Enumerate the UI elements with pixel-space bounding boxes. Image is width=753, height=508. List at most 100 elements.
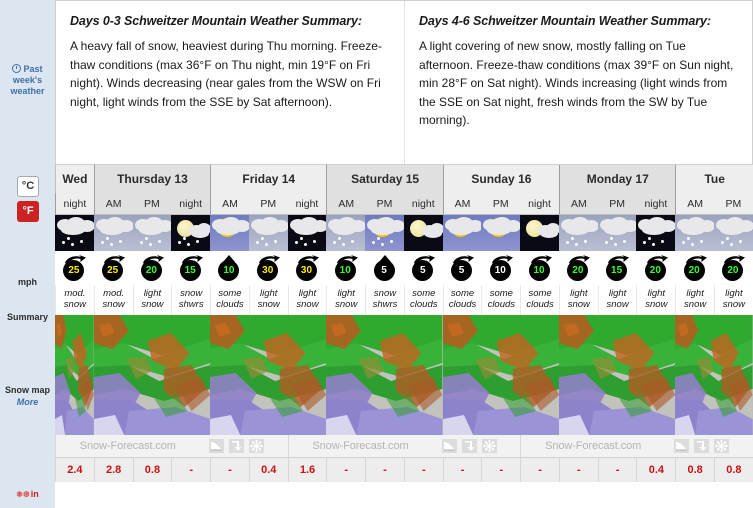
snow-flake <box>721 241 725 244</box>
wind-cell: 10 <box>326 251 365 285</box>
wind-badge: 15 <box>178 255 204 281</box>
time-header-PM: PM <box>714 193 753 215</box>
expand-button[interactable] <box>714 439 730 453</box>
condition-line-1: mod. <box>103 288 125 299</box>
time-header-PM: PM <box>132 193 172 215</box>
download-button[interactable] <box>694 439 710 453</box>
condition-summary: some clouds <box>520 285 559 315</box>
snow-map-image[interactable] <box>93 315 211 435</box>
snow-flake <box>609 237 613 240</box>
wind-speed-value: 20 <box>683 260 705 281</box>
snow-amount-value: - <box>326 457 366 482</box>
snow-amount-value: 0.8 <box>132 457 172 482</box>
accumulation-curve-button[interactable] <box>674 439 690 453</box>
wind-badge: 5 <box>372 255 398 281</box>
wind-speed-value: 5 <box>373 260 395 281</box>
cloud-shape <box>540 229 559 238</box>
day-header: Wed <box>55 165 94 193</box>
snow-flake <box>739 240 743 243</box>
cloud-snow-night-icon <box>636 215 676 251</box>
download-button[interactable] <box>228 439 244 453</box>
snow-flake <box>390 240 394 243</box>
snow-amount-value: - <box>481 457 521 482</box>
wind-speed-value: 30 <box>295 260 317 281</box>
time-header-night: night <box>287 193 327 215</box>
cloud-shape <box>371 225 396 235</box>
weather-icon-cell <box>636 215 676 251</box>
condition-line-1: snow <box>373 288 397 299</box>
snow-flake <box>303 243 307 246</box>
wind-badge: 30 <box>255 255 281 281</box>
condition-line-1: some <box>412 288 436 299</box>
time-header-row: night AM PM night AM PM night AM PM night AM PM nigh… <box>55 193 753 215</box>
snow-map-row-label: Snow map <box>4 385 50 395</box>
past-week-weather-link[interactable]: Past week's weather <box>0 64 55 97</box>
condition-line-2: snow <box>722 299 745 310</box>
weather-icon-cell <box>55 215 94 251</box>
condition-line-2: snow <box>645 299 668 310</box>
sun-cloud-icon <box>442 215 482 251</box>
wind-speed-value: 30 <box>257 260 279 281</box>
day-header: Friday 14 <box>210 165 327 193</box>
snow-flake <box>574 243 578 246</box>
accumulation-curve-button[interactable] <box>208 439 224 453</box>
watermark-text: Snow-Forecast.com <box>312 440 409 452</box>
accumulation-curve-button[interactable] <box>441 439 457 453</box>
snow-flake <box>312 240 316 243</box>
condition-summary: light snow <box>675 285 714 315</box>
wind-cell: 30 <box>288 251 327 285</box>
expand-button[interactable] <box>248 439 264 453</box>
snow-flake <box>299 237 303 240</box>
snow-map-image[interactable] <box>675 315 753 435</box>
snow-map-image[interactable] <box>559 315 676 435</box>
snow-map-image[interactable] <box>326 315 443 435</box>
cloud-snow-dusk-icon <box>93 215 133 251</box>
condition-summary: snow shwrs <box>171 285 210 315</box>
cloud-shape <box>681 225 706 235</box>
weather-summaries: Days 0-3 Schweitzer Mountain Weather Sum… <box>55 0 753 165</box>
snow-amount-row: 2.4 2.8 0.8- -0.4 1.6- - - - - - - -0.4 0.8 0.8 <box>55 457 753 482</box>
snow-map-image[interactable] <box>210 315 327 435</box>
snow-flake <box>183 237 187 240</box>
snow-map-image[interactable] <box>442 315 560 435</box>
wind-row: 25 25 20 15 10 30 30 10 5 5 5 10 10 20 15 20 20 20 <box>55 251 753 285</box>
snow-flake <box>622 240 626 243</box>
weather-icon-cell <box>171 215 211 251</box>
wind-badge: 30 <box>294 255 320 281</box>
curve-graph-icon <box>676 442 688 451</box>
fahrenheit-toggle-button[interactable]: °F <box>17 201 39 222</box>
snow-amount-row-label: ❅❆in <box>0 489 55 500</box>
wind-speed-value: 20 <box>722 260 744 281</box>
celsius-toggle-button[interactable]: °C <box>17 176 39 197</box>
condition-line-2: snow <box>257 299 280 310</box>
day-header-row: Wed Thursday 13 Friday 14 Saturday 15 Sunday… <box>55 165 753 193</box>
condition-summary: snow shwrs <box>365 285 404 315</box>
condition-line-2: shwrs <box>178 299 204 310</box>
expand-button[interactable] <box>481 439 497 453</box>
weather-icon-cell <box>597 215 637 251</box>
snow-map-more-link[interactable]: More <box>0 397 55 408</box>
snow-flake <box>67 237 70 240</box>
main-panel: Days 0-3 Schweitzer Mountain Weather Sum… <box>55 0 753 508</box>
past-week-label-2: week's <box>12 75 43 85</box>
snow-map-image[interactable] <box>55 315 94 435</box>
snow-flake <box>613 243 617 246</box>
condition-line-1: light <box>337 288 355 299</box>
download-button[interactable] <box>461 439 477 453</box>
condition-summary: some clouds <box>210 285 249 315</box>
wind-speed-value: 25 <box>102 260 124 281</box>
snow-flake <box>178 241 182 244</box>
condition-summary: light snow <box>597 285 637 315</box>
condition-line-2: snow <box>141 299 164 310</box>
snow-flake <box>652 243 656 246</box>
download-arrow-icon <box>697 441 707 451</box>
time-header-night: night <box>171 193 211 215</box>
wind-badge: 10 <box>488 255 514 281</box>
snow-flake <box>730 243 734 246</box>
wind-cell: 20 <box>559 251 598 285</box>
snow-amount-value: - <box>597 457 637 482</box>
snow-flake <box>726 237 730 240</box>
cloud-shape <box>254 225 279 235</box>
time-header-PM: PM <box>365 193 404 215</box>
snow-flake <box>144 237 148 240</box>
